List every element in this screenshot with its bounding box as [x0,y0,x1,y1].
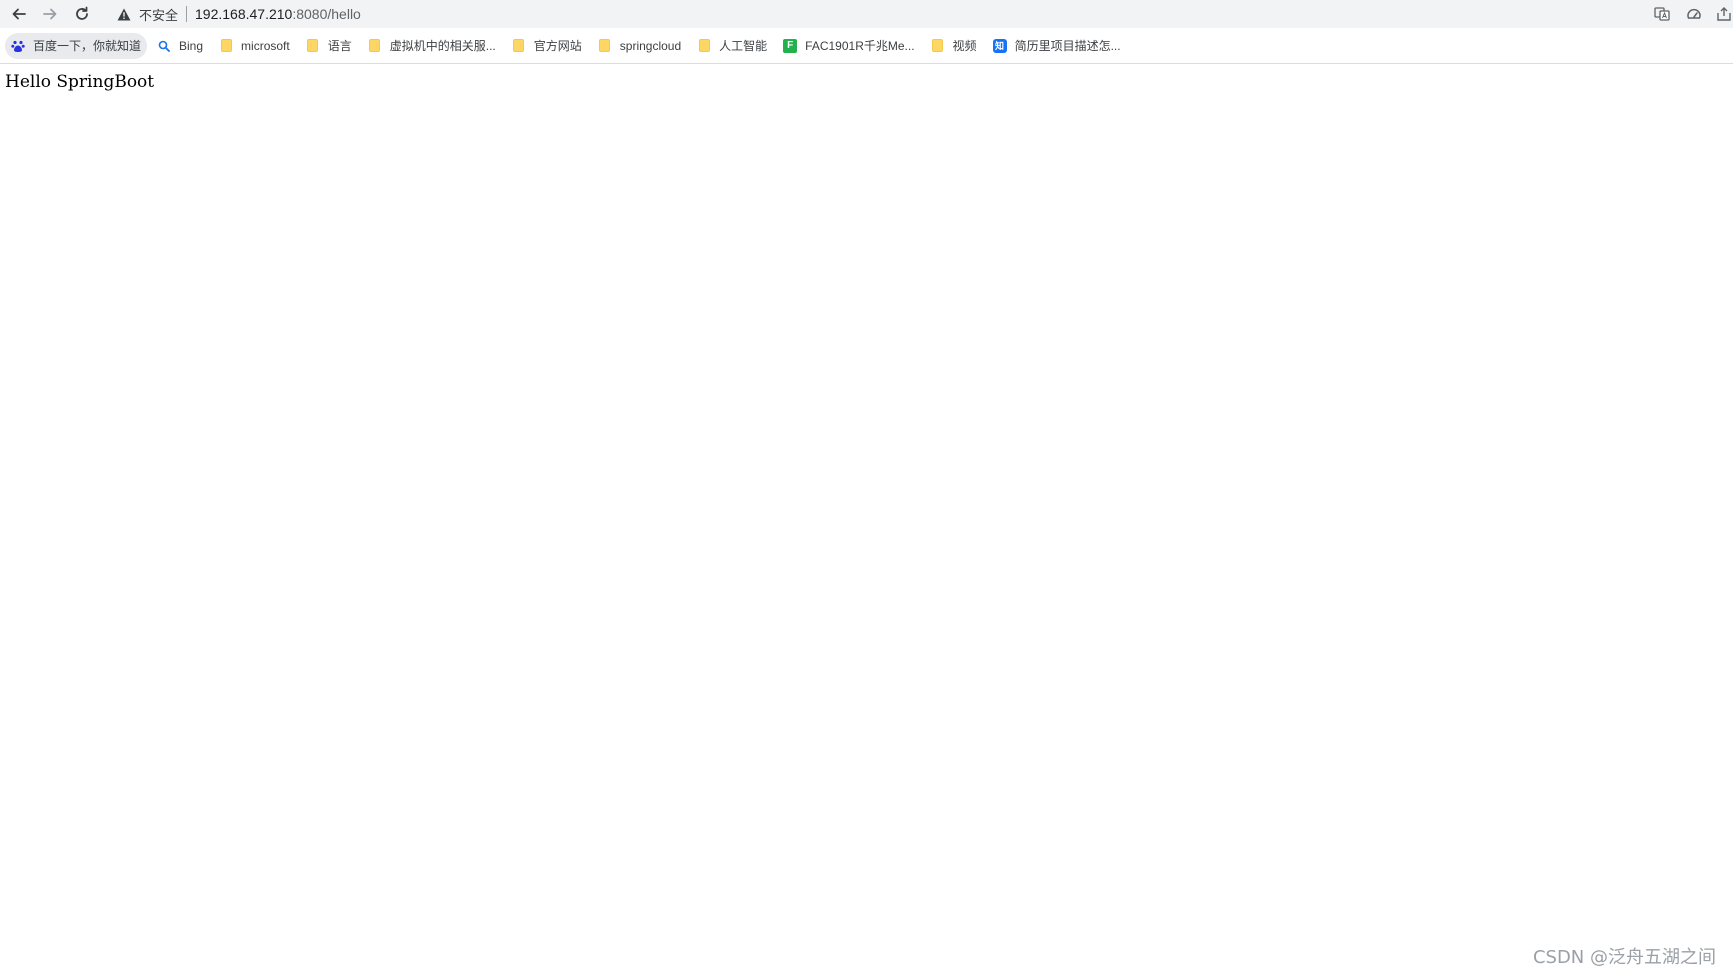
bookmark-folder-microsoft[interactable]: microsoft [213,33,296,59]
reload-icon [76,6,88,20]
back-button[interactable] [7,2,31,26]
folder-icon [306,39,320,53]
search-icon [157,39,171,53]
bookmark-label: FAC1901R千兆Me... [805,39,915,53]
bookmark-label: 虚拟机中的相关服... [389,39,496,53]
omnibox-divider [186,6,188,22]
warning-icon[interactable] [116,6,132,22]
bookmark-folder-language[interactable]: 语言 [300,33,358,59]
forward-button[interactable] [38,2,62,26]
translate-icon [1654,7,1670,21]
share-icon [1717,7,1731,21]
bookmark-label: springcloud [619,38,682,53]
bookmark-label: 语言 [327,39,352,53]
speedometer-icon [1687,8,1701,19]
folder-icon [931,39,945,53]
bookmark-folder-video[interactable]: 视频 [925,33,983,59]
folder-icon [697,39,711,53]
bookmark-label: microsoft [241,38,290,53]
performance-button[interactable] [1684,4,1704,24]
bookmark-folder-ai[interactable]: 人工智能 [691,33,773,59]
share-button[interactable] [1714,4,1733,24]
bookmark-zhihu-resume[interactable]: 知 简历里项目描述怎... [987,33,1127,59]
bookmark-label: 人工智能 [719,39,768,53]
bookmark-label: 百度一下，你就知道 [33,39,142,53]
folder-icon [512,39,526,53]
bookmark-folder-springcloud[interactable]: springcloud [592,33,687,59]
zhihu-icon: 知 [992,38,1007,53]
green-f-icon: F [783,38,798,53]
back-arrow-icon [12,8,26,20]
bookmarks-bar: 百度一下，你就知道 Bing microsoft 语言 虚拟机中的相关服... … [0,28,1733,64]
bookmark-fac1901r[interactable]: F FAC1901R千兆Me... [777,33,920,59]
bookmark-folder-vm-services[interactable]: 虚拟机中的相关服... [362,33,502,59]
url-host[interactable]: 192.168.47.210 [195,6,292,22]
bookmark-label: 视频 [952,39,977,53]
folder-icon [368,39,382,53]
page-body-text: Hello SpringBoot [5,72,155,92]
address-bar[interactable]: 不安全 192.168.47.210:8080/hello [107,1,1637,27]
bookmark-baidu[interactable]: 百度一下，你就知道 [5,32,148,59]
url-path[interactable]: :8080/hello [292,6,361,22]
baidu-paw-icon [11,39,25,53]
csdn-watermark: CSDN @泛舟五湖之间 [1532,947,1716,968]
translate-button[interactable] [1652,4,1672,24]
browser-toolbar: 不安全 192.168.47.210:8080/hello [0,0,1733,28]
not-secure-label[interactable]: 不安全 [139,5,178,24]
bookmark-label: Bing [179,38,204,53]
reload-button[interactable] [70,2,94,26]
bookmark-label: 简历里项目描述怎... [1014,39,1121,53]
forward-arrow-icon [43,8,57,20]
bookmark-folder-official-sites[interactable]: 官方网站 [506,33,588,59]
folder-icon [219,39,233,53]
bookmark-bing[interactable]: Bing [151,33,209,59]
folder-icon [598,39,612,53]
bookmark-label: 官方网站 [533,39,582,53]
